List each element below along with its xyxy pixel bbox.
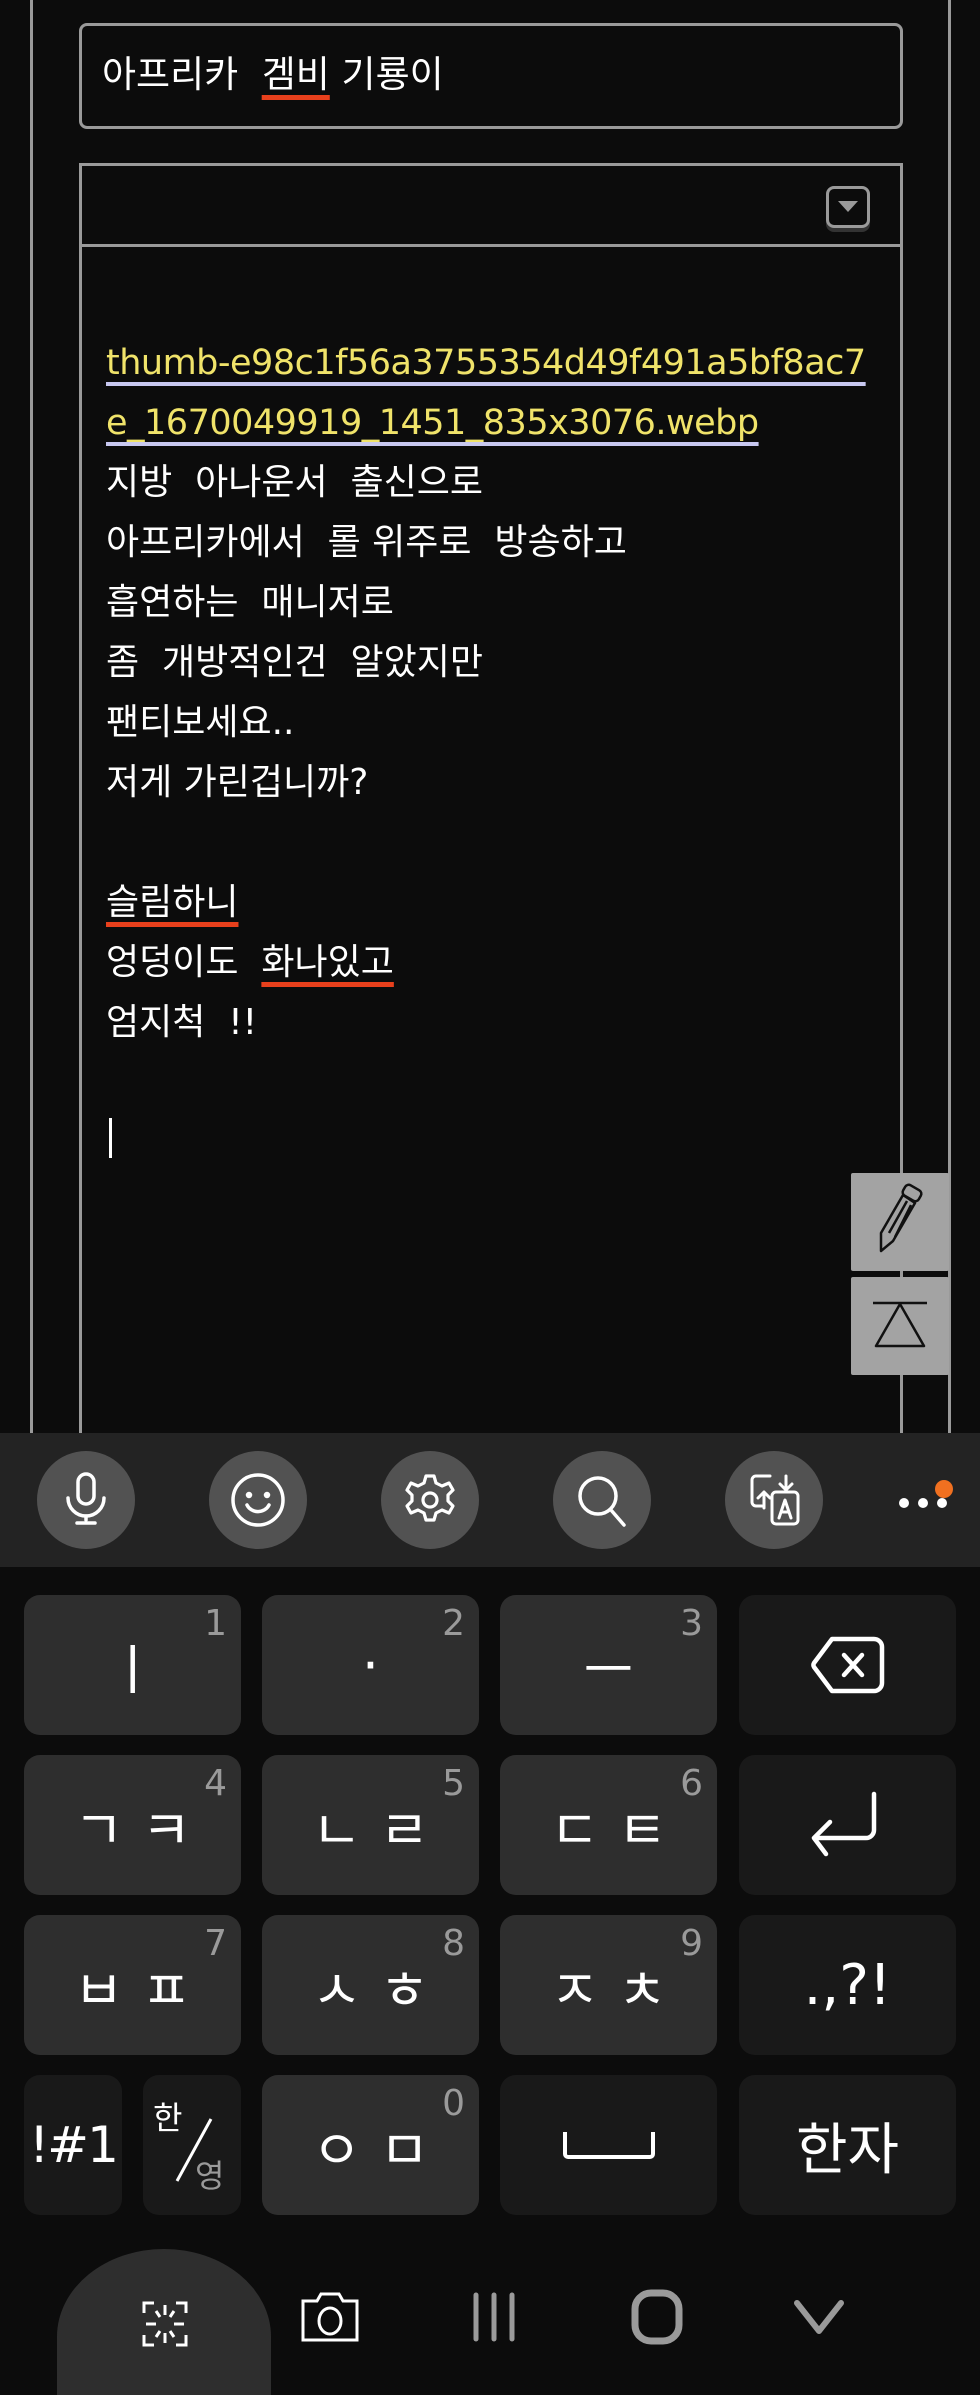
camera-button[interactable] — [300, 2291, 360, 2343]
recent-apps-button[interactable] — [468, 2291, 520, 2343]
key-number: 7 — [204, 1923, 227, 1964]
image-link[interactable]: e_1670049919_1451_835x3076.webp — [106, 403, 759, 443]
home-icon — [631, 2289, 683, 2345]
search-icon — [578, 1476, 626, 1527]
key-label: · — [361, 1633, 380, 1697]
key-number: 4 — [204, 1763, 227, 1804]
editor-dropdown-button[interactable] — [826, 186, 870, 228]
key-o-m[interactable]: ㅇㅁ 0 — [262, 2075, 479, 2215]
title-input[interactable]: 아프리카 겜비 기룡이 — [79, 23, 903, 129]
misspelled-word: 슬림하니 — [106, 882, 239, 923]
scroll-top-icon — [873, 1301, 927, 1348]
hide-keyboard-button[interactable] — [793, 2299, 845, 2335]
space-icon — [562, 2132, 655, 2159]
key-n-r[interactable]: ㄴㄹ 5 — [262, 1755, 479, 1895]
key-number: 2 — [442, 1603, 465, 1644]
navigation-bar — [0, 2233, 980, 2395]
text-line: 슬림하니 — [106, 873, 880, 933]
screen-capture-icon — [142, 2301, 188, 2347]
more-icon — [899, 1498, 947, 1508]
page-frame-left — [30, 0, 33, 1433]
voice-input-button[interactable] — [37, 1451, 135, 1549]
key-label: ㄷㅌ — [549, 1798, 686, 1862]
key-g-k[interactable]: ㄱㅋ 4 — [24, 1755, 241, 1895]
title-segment: 기룡이 — [329, 53, 444, 96]
key-i-vowel[interactable]: ㅣ 1 — [24, 1595, 241, 1735]
key-s-h[interactable]: ㅅㅎ 8 — [262, 1915, 479, 2055]
key-b-p[interactable]: ㅂㅍ 7 — [24, 1915, 241, 2055]
key-label: ㅂㅍ — [73, 1958, 210, 2022]
key-d-t[interactable]: ㄷㅌ 6 — [500, 1755, 717, 1895]
key-number: 8 — [442, 1923, 465, 1964]
hide-keyboard-icon — [794, 2300, 844, 2334]
key-label: .,?! — [803, 1952, 892, 2018]
backspace-key[interactable] — [739, 1595, 956, 1735]
text-line: 엉덩이도 화나있고 — [106, 942, 394, 983]
key-dot-vowel[interactable]: · 2 — [262, 1595, 479, 1735]
editor-toolbar — [82, 166, 900, 247]
key-number: 0 — [442, 2083, 465, 2124]
text-line — [106, 813, 880, 873]
text-line: 좀 개방적인건 알았지만 — [106, 642, 483, 683]
misspelled-word: 화나있고 — [261, 942, 394, 983]
translate-icon — [750, 1474, 800, 1526]
keyboard: ㅣ 1 · 2 ㅡ 3 ㄱㅋ 4 ㄴㄹ 5 ㄷㅌ 6 ㅂㅍ 7 ㅅㅎ 8 ㅈㅊ … — [0, 1567, 980, 2233]
recent-apps-icon — [473, 2292, 515, 2342]
key-number: 6 — [680, 1763, 703, 1804]
pencil-button[interactable] — [851, 1173, 949, 1271]
key-number: 9 — [680, 1923, 703, 1964]
title-segment: 아프리카 — [102, 53, 262, 96]
editor-body[interactable]: thumb-e98c1f56a3755354d49f491a5bf8ac7 e_… — [106, 333, 880, 1053]
key-label-bottom: 영 — [195, 2157, 225, 2195]
caret-down-icon — [838, 201, 858, 212]
scroll-top-button[interactable] — [851, 1277, 949, 1375]
text-line: 팬티보세요.. — [106, 702, 295, 743]
settings-icon — [405, 1474, 455, 1522]
title-input-text: 아프리카 겜비 기룡이 — [102, 52, 444, 98]
key-label: ㄴㄹ — [311, 1798, 448, 1862]
text-line: 흡연하는 매니저로 — [106, 582, 394, 623]
key-label: 한자 — [795, 2117, 900, 2183]
key-number: 3 — [680, 1603, 703, 1644]
translate-button[interactable] — [725, 1451, 823, 1549]
key-j-ch[interactable]: ㅈㅊ 9 — [500, 1915, 717, 2055]
backspace-icon — [810, 1636, 884, 1694]
settings-button[interactable] — [381, 1451, 479, 1549]
emoji-icon — [231, 1473, 285, 1527]
key-label: ㅣ — [107, 1638, 158, 1702]
key-label: ㄱㅋ — [73, 1798, 210, 1862]
key-label: ㅈㅊ — [549, 1958, 686, 2022]
punctuation-key[interactable]: .,?! — [739, 1915, 956, 2055]
screen-capture-button[interactable] — [57, 2249, 271, 2395]
home-button[interactable] — [630, 2289, 684, 2345]
text-line: 지방 아나운서 출신으로 — [106, 462, 483, 503]
enter-key[interactable] — [739, 1755, 956, 1895]
text-line: 엄지척 !! — [106, 1002, 258, 1043]
microphone-icon — [66, 1472, 106, 1525]
pencil-icon — [879, 1183, 923, 1253]
content-editor[interactable]: thumb-e98c1f56a3755354d49f491a5bf8ac7 e_… — [79, 163, 903, 1446]
key-label: ㅇㅁ — [311, 2118, 448, 2182]
title-segment-misspelled: 겜비 — [261, 53, 330, 96]
key-label: !#1 — [29, 2116, 119, 2174]
key-eu-vowel[interactable]: ㅡ 3 — [500, 1595, 717, 1735]
symbols-key[interactable]: !#1 — [24, 2075, 122, 2215]
notification-dot — [935, 1480, 953, 1498]
text-line: 아프리카에서 롤 위주로 방송하고 — [106, 522, 627, 563]
hanja-key[interactable]: 한자 — [739, 2075, 956, 2215]
search-button[interactable] — [553, 1451, 651, 1549]
space-key[interactable] — [500, 2075, 717, 2215]
text-cursor — [109, 1118, 112, 1158]
camera-icon — [301, 2292, 359, 2342]
emoji-button[interactable] — [209, 1451, 307, 1549]
key-number: 1 — [204, 1603, 227, 1644]
key-label: ㅡ — [583, 1638, 634, 1702]
text-line: 저게 가린겁니까? — [106, 762, 369, 803]
key-label: ㅅㅎ — [311, 1958, 448, 2022]
key-number: 5 — [442, 1763, 465, 1804]
keyboard-toolbar — [0, 1433, 980, 1567]
enter-icon — [811, 1791, 876, 1857]
language-switch-key[interactable]: 한 영 — [143, 2075, 241, 2215]
image-link[interactable]: thumb-e98c1f56a3755354d49f491a5bf8ac7 — [106, 343, 866, 383]
